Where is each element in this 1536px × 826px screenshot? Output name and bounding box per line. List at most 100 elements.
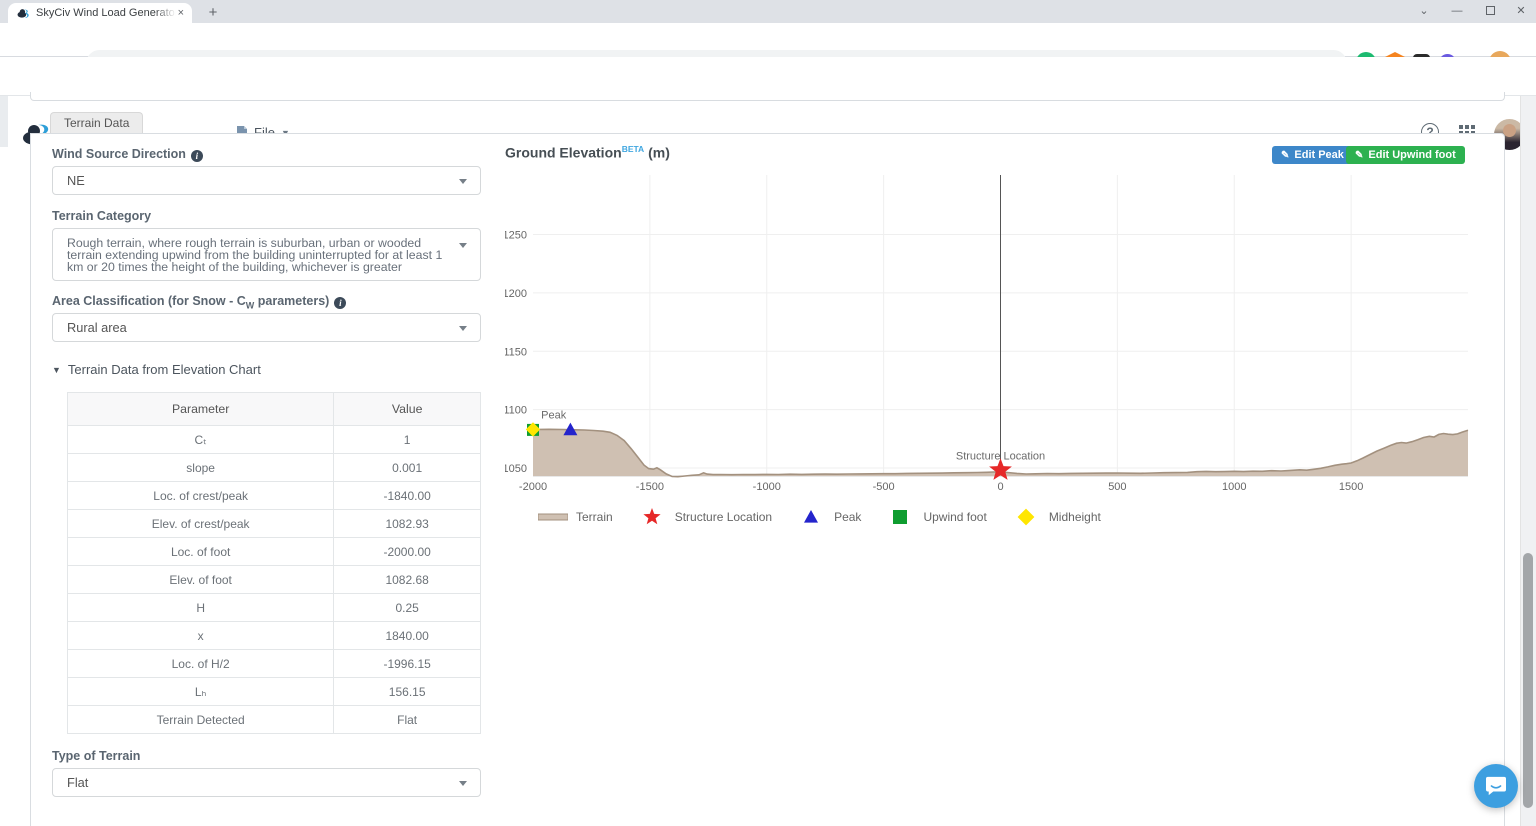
legend-label: Upwind foot [923, 510, 986, 524]
chart-annotation: Peak [541, 409, 567, 421]
page-left-gutter [0, 96, 8, 147]
table-row: Cₜ1 [68, 426, 481, 454]
terrain-category-value: Rough terrain, where rough terrain is su… [67, 237, 454, 273]
value-header: Value [334, 393, 481, 426]
param-cell: Elev. of foot [68, 566, 334, 594]
legend-swatch [637, 508, 667, 526]
legend-swatch [1011, 508, 1041, 526]
value-cell: 156.15 [334, 678, 481, 706]
wind-source-direction-select[interactable]: NE [52, 166, 481, 195]
legend-swatch [885, 508, 915, 526]
window-minimize-icon[interactable]: — [1444, 0, 1470, 23]
param-cell: Loc. of foot [68, 538, 334, 566]
page-scrollbar-thumb[interactable] [1523, 553, 1533, 808]
x-tick-label: -1000 [753, 481, 781, 493]
y-tick-label: 1100 [505, 405, 527, 417]
elevation-section-title: Terrain Data from Elevation Chart [68, 362, 261, 377]
legend-swatch [796, 508, 826, 526]
area-classification-value: Rural area [67, 320, 127, 335]
param-cell: Loc. of H/2 [68, 650, 334, 678]
value-cell: 1840.00 [334, 622, 481, 650]
area-classification-suffix: parameters) [254, 294, 329, 308]
wind-source-direction-label: Wind Source Directioni [52, 147, 203, 162]
window-restore-icon[interactable] [1477, 0, 1503, 23]
area-classification-label: Area Classification (for Snow - CW param… [52, 294, 346, 311]
table-row: Loc. of foot-2000.00 [68, 538, 481, 566]
param-cell: slope [68, 454, 334, 482]
legend-item-terrain[interactable]: Terrain [538, 508, 613, 526]
table-row: Loc. of H/2-1996.15 [68, 650, 481, 678]
value-cell: 0.001 [334, 454, 481, 482]
x-tick-label: -1500 [636, 481, 664, 493]
area-classification-text: Area Classification (for Snow - C [52, 294, 246, 308]
legend-swatch [538, 508, 568, 526]
chart-legend: Terrain Structure Location Peak Upwind foot… [538, 508, 1115, 526]
param-cell: H [68, 594, 334, 622]
info-icon[interactable]: i [334, 297, 346, 309]
legend-item-midheight[interactable]: Midheight [1011, 508, 1101, 526]
param-cell: x [68, 622, 334, 650]
type-of-terrain-select[interactable]: Flat [52, 768, 481, 797]
chevron-down-icon [459, 179, 467, 184]
x-tick-label: 1000 [1222, 481, 1246, 493]
window-close-icon[interactable]: ✕ [1508, 0, 1534, 23]
y-tick-label: 1200 [505, 288, 527, 300]
app-header: SkyCiv File ▼ ? [0, 57, 1536, 96]
table-header-row: Parameter Value [68, 393, 481, 426]
tab-terrain-data[interactable]: Terrain Data [50, 112, 143, 133]
legend-item-upwind-foot[interactable]: Upwind foot [885, 508, 986, 526]
x-tick-label: 0 [997, 481, 1003, 493]
table-row: slope0.001 [68, 454, 481, 482]
value-cell: -1840.00 [334, 482, 481, 510]
table-row: Elev. of foot1082.68 [68, 566, 481, 594]
param-cell: Elev. of crest/peak [68, 510, 334, 538]
legend-item-peak[interactable]: Peak [796, 508, 861, 526]
table-row: H0.25 [68, 594, 481, 622]
x-tick-label: 1500 [1339, 481, 1363, 493]
param-cell: Terrain Detected [68, 706, 334, 734]
type-of-terrain-value: Flat [67, 775, 88, 790]
param-cell: Lₕ [68, 678, 334, 706]
x-tick-label: 500 [1108, 481, 1126, 493]
previous-card-bottom [30, 92, 1505, 101]
value-cell: Flat [334, 706, 481, 734]
browser-tab[interactable]: SkyCiv Wind Load Generator × [8, 3, 192, 23]
area-classification-sub: W [246, 301, 255, 311]
y-tick-label: 1150 [505, 346, 527, 358]
x-tick-label: -500 [873, 481, 895, 493]
terrain-parameters-table: Parameter Value Cₜ1slope0.001Loc. of cre… [67, 392, 481, 734]
browser-toolbar: ← → ⟳ platform.skyciv.com/design/wind ➤ … [0, 23, 1536, 57]
ground-elevation-chart[interactable]: 10501100115012001250-2000-1500-1000-5000… [505, 140, 1500, 500]
table-row: Loc. of crest/peak-1840.00 [68, 482, 481, 510]
legend-item-structure-location[interactable]: Structure Location [637, 508, 772, 526]
type-of-terrain-label: Type of Terrain [52, 749, 140, 763]
area-classification-select[interactable]: Rural area [52, 313, 481, 342]
elevation-data-section-toggle[interactable]: ▼ Terrain Data from Elevation Chart [52, 362, 261, 377]
chevron-down-icon [459, 243, 467, 248]
chat-bubble-icon [1485, 776, 1507, 796]
new-tab-button[interactable]: + [203, 3, 223, 23]
browser-tab-strip: SkyCiv Wind Load Generator × + ⌄ — ✕ [0, 0, 1536, 23]
window-chevron-icon[interactable]: ⌄ [1411, 0, 1437, 23]
tab-close-icon[interactable]: × [176, 7, 186, 19]
chevron-down-icon [459, 326, 467, 331]
legend-label: Structure Location [675, 510, 772, 524]
value-cell: 1 [334, 426, 481, 454]
x-tick-label: -2000 [519, 481, 547, 493]
terrain-category-select[interactable]: Rough terrain, where rough terrain is su… [52, 228, 481, 281]
screen: SkyCiv Wind Load Generator × + ⌄ — ✕ ← →… [0, 0, 1536, 826]
collapse-triangle-icon: ▼ [52, 365, 61, 375]
value-cell: 0.25 [334, 594, 481, 622]
legend-label: Midheight [1049, 510, 1101, 524]
skyciv-favicon [17, 7, 30, 20]
chat-launcher-button[interactable] [1474, 764, 1518, 808]
info-icon[interactable]: i [191, 150, 203, 162]
legend-label: Peak [834, 510, 861, 524]
chevron-down-icon [459, 781, 467, 786]
value-cell: 1082.93 [334, 510, 481, 538]
y-tick-label: 1050 [505, 463, 527, 475]
chart-annotation: Structure Location [956, 450, 1045, 462]
table-row: Elev. of crest/peak1082.93 [68, 510, 481, 538]
value-cell: -1996.15 [334, 650, 481, 678]
table-row: Terrain DetectedFlat [68, 706, 481, 734]
